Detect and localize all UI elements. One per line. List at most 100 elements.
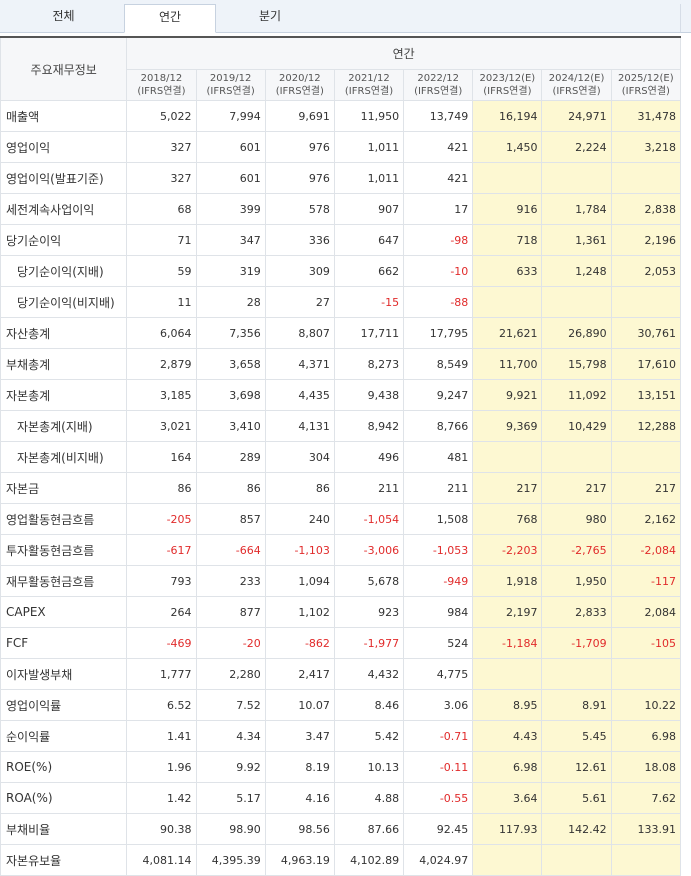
value-cell: -664 — [195, 534, 266, 566]
period-basis: (IFRS연결) — [344, 85, 394, 97]
tab-annual[interactable]: 연간 — [124, 4, 216, 33]
value-cell: 5,022 — [126, 100, 197, 132]
value-cell: 217 — [472, 472, 543, 504]
value-cell: 647 — [333, 224, 405, 256]
value-cell: 923 — [333, 596, 405, 628]
value-cell: 3,185 — [126, 379, 197, 411]
value-cell: 3.47 — [264, 720, 335, 752]
value-cell: 217 — [610, 472, 682, 504]
value-cell: 1,361 — [541, 224, 612, 256]
value-cell: 9.92 — [195, 751, 266, 783]
period-header: 2018/12 (IFRS연결) — [126, 68, 197, 101]
value-cell: 9,921 — [472, 379, 543, 411]
period-date: 2024/12(E) — [548, 72, 605, 84]
value-cell: 976 — [264, 162, 335, 194]
value-cell — [472, 441, 543, 473]
value-cell: 3,658 — [195, 348, 266, 380]
value-cell: -1,184 — [472, 627, 543, 659]
table-row: 자산총계 6,064 7,356 8,807 17,711 17,795 21,621 26,… — [0, 317, 682, 349]
row-label: 당기순이익 — [0, 224, 128, 256]
period-date: 2020/12 — [279, 72, 321, 84]
value-cell: 90.38 — [126, 813, 197, 845]
tab-all[interactable]: 전체 — [0, 4, 127, 31]
header-group-annual: 연간 — [126, 36, 681, 70]
value-cell: 233 — [195, 565, 266, 597]
value-cell: -1,053 — [403, 534, 474, 566]
table-row: 당기순이익(지배) 59 319 309 662 -10 633 1,248 2,053 — [0, 255, 682, 287]
value-cell: 11,092 — [541, 379, 612, 411]
value-cell: 2,280 — [195, 658, 266, 690]
tab-bar-edge — [680, 4, 681, 32]
value-cell: 264 — [126, 596, 197, 628]
value-cell: 4,775 — [403, 658, 474, 690]
value-cell: 2,197 — [472, 596, 543, 628]
value-cell: 4,963.19 — [264, 844, 335, 876]
value-cell — [472, 162, 543, 194]
value-cell: -2,203 — [472, 534, 543, 566]
row-label: 자산총계 — [0, 317, 128, 349]
value-cell — [610, 441, 682, 473]
value-cell: 1,450 — [472, 131, 543, 163]
value-cell — [541, 286, 612, 318]
value-cell: 327 — [126, 162, 197, 194]
row-label: 부채총계 — [0, 348, 128, 380]
value-cell: 289 — [195, 441, 266, 473]
row-label: 영업이익 — [0, 131, 128, 163]
value-cell: -98 — [403, 224, 474, 256]
value-cell: 10.22 — [610, 689, 682, 721]
value-cell: 2,196 — [610, 224, 682, 256]
value-cell: 7.62 — [610, 782, 682, 814]
value-cell: 211 — [403, 472, 474, 504]
value-cell: 768 — [472, 503, 543, 535]
value-cell — [541, 441, 612, 473]
value-cell: 601 — [195, 162, 266, 194]
value-cell: 1.42 — [126, 782, 197, 814]
value-cell: 633 — [472, 255, 543, 287]
tab-quarterly[interactable]: 분기 — [214, 4, 326, 31]
row-label: 당기순이익(지배) — [0, 255, 128, 287]
value-cell: 1,918 — [472, 565, 543, 597]
value-cell: 9,691 — [264, 100, 335, 132]
value-cell: 11,950 — [333, 100, 405, 132]
table-row: 자본총계(지배) 3,021 3,410 4,131 8,942 8,766 9,369 10… — [0, 410, 682, 442]
value-cell: 71 — [126, 224, 197, 256]
value-cell: 8.19 — [264, 751, 335, 783]
table-row: 순이익률 1.41 4.34 3.47 5.42 -0.71 4.43 5.45 6.98 — [0, 720, 682, 752]
value-cell: 92.45 — [403, 813, 474, 845]
value-cell: 4,371 — [264, 348, 335, 380]
value-cell: -10 — [403, 255, 474, 287]
value-cell: 319 — [195, 255, 266, 287]
period-basis: (IFRS연결) — [275, 85, 324, 97]
value-cell: 877 — [195, 596, 266, 628]
value-cell: 164 — [126, 441, 197, 473]
period-header: 2020/12 (IFRS연결) — [264, 68, 335, 101]
table-row: 자본총계(비지배) 164 289 304 496 481 — [0, 441, 682, 473]
value-cell: 11 — [126, 286, 197, 318]
row-label: ROA(%) — [0, 782, 128, 814]
value-cell: -88 — [403, 286, 474, 318]
value-cell: 142.42 — [541, 813, 612, 845]
row-label: 이자발생부채 — [0, 658, 128, 690]
value-cell: 578 — [264, 193, 335, 225]
value-cell: 4.43 — [472, 720, 543, 752]
value-cell: 8.91 — [541, 689, 612, 721]
value-cell: -1,054 — [333, 503, 405, 535]
period-header: 2019/12 (IFRS연결) — [195, 68, 266, 101]
value-cell: 9,369 — [472, 410, 543, 442]
value-cell: 3,698 — [195, 379, 266, 411]
value-cell: -617 — [126, 534, 197, 566]
value-cell: 17,610 — [610, 348, 682, 380]
value-cell: 304 — [264, 441, 335, 473]
row-label: FCF — [0, 627, 128, 659]
value-cell — [610, 658, 682, 690]
table-row: 자본총계 3,185 3,698 4,435 9,438 9,247 9,921 11,092… — [0, 379, 682, 411]
value-cell: 21,621 — [472, 317, 543, 349]
value-cell: 4.34 — [195, 720, 266, 752]
period-header: 2025/12(E) (IFRS연결) — [610, 68, 682, 101]
value-cell: 211 — [333, 472, 405, 504]
value-cell: 5.42 — [333, 720, 405, 752]
value-cell: 1.96 — [126, 751, 197, 783]
value-cell: 24,971 — [541, 100, 612, 132]
period-date: 2023/12(E) — [479, 72, 536, 84]
value-cell: -1,977 — [333, 627, 405, 659]
